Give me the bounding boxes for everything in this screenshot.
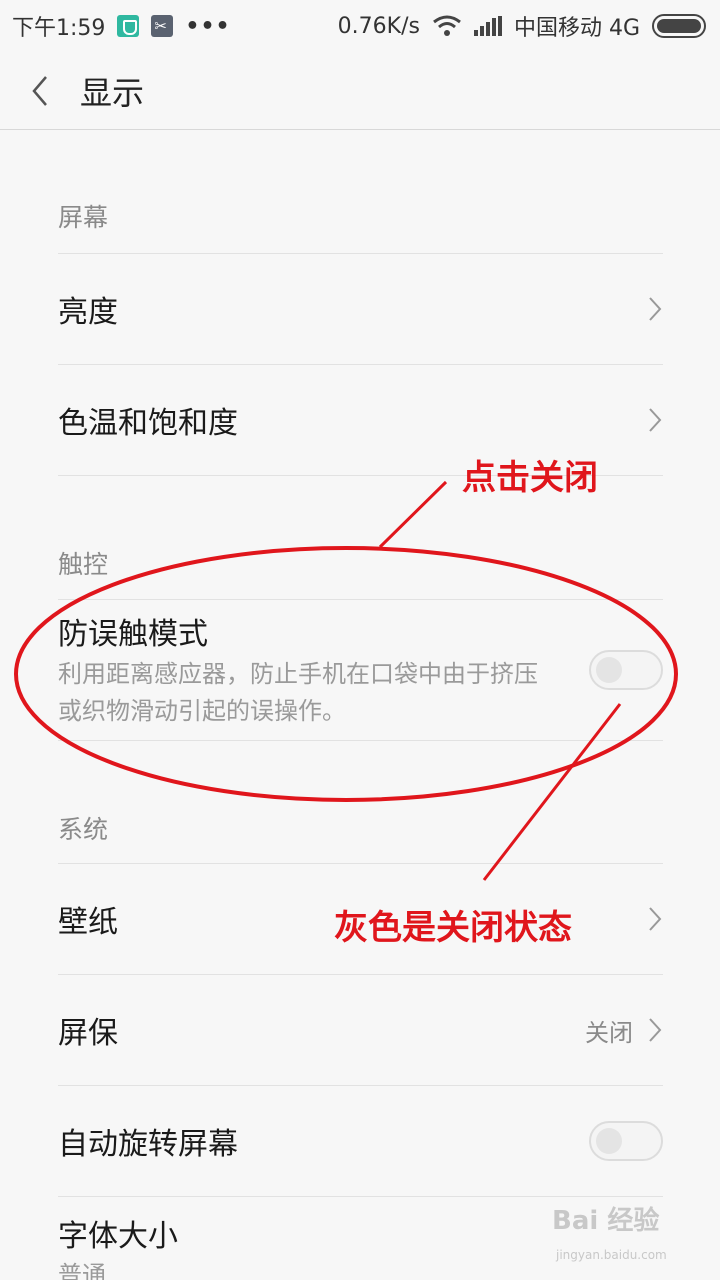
back-arrow-icon bbox=[32, 75, 47, 106]
anti-touch-text: 防误触模式 利用距离感应器，防止手机在口袋中由于挤压或织物滑动引起的误操作。 bbox=[58, 610, 558, 730]
annotation-line-top bbox=[378, 480, 448, 549]
section-header-screen: 屏幕 bbox=[58, 203, 109, 232]
annotation-gray-is-off: 灰色是关闭状态 bbox=[334, 908, 572, 948]
shield-icon bbox=[117, 15, 140, 37]
setting-row-anti-touch[interactable]: 防误触模式 利用距离感应器，防止手机在口袋中由于挤压或织物滑动引起的误操作。 bbox=[58, 599, 663, 740]
font-size-value: 普通 bbox=[58, 1261, 106, 1280]
battery-icon bbox=[652, 14, 706, 38]
section-header-system: 系统 bbox=[58, 815, 109, 844]
watermark-url: jingyan.baidu.com bbox=[556, 1248, 667, 1262]
chevron-right-icon bbox=[647, 406, 663, 434]
title-bar: 显示 bbox=[0, 52, 720, 130]
status-time: 下午1:59 bbox=[12, 16, 106, 41]
font-size-label: 字体大小 bbox=[58, 1219, 178, 1254]
page-title: 显示 bbox=[80, 73, 145, 112]
section-header-touch: 触控 bbox=[58, 550, 109, 579]
wallpaper-label: 壁纸 bbox=[58, 905, 118, 940]
more-notifications-icon: ••• bbox=[185, 13, 231, 39]
carrier-label: 中国移动 4G bbox=[513, 16, 640, 41]
network-speed: 0.76K/s bbox=[337, 13, 420, 39]
setting-row-auto-rotate[interactable]: 自动旋转屏幕 bbox=[58, 1085, 663, 1196]
wifi-icon bbox=[433, 15, 461, 36]
status-bar: 下午1:59 ••• 0.76K/s 中国移动 4G bbox=[0, 0, 720, 52]
scissors-icon bbox=[151, 15, 174, 37]
auto-rotate-label: 自动旋转屏幕 bbox=[58, 1127, 238, 1162]
screensaver-value: 关闭 bbox=[585, 1018, 633, 1047]
chevron-right-icon bbox=[647, 295, 663, 323]
annotation-tap-to-close: 点击关闭 bbox=[462, 458, 598, 498]
back-button[interactable] bbox=[0, 52, 80, 130]
signal-icon bbox=[473, 16, 502, 36]
anti-touch-description: 利用距离感应器，防止手机在口袋中由于挤压或织物滑动引起的误操作。 bbox=[58, 660, 538, 725]
anti-touch-label: 防误触模式 bbox=[58, 617, 208, 652]
anti-touch-toggle[interactable] bbox=[589, 650, 663, 690]
screensaver-label: 屏保 bbox=[58, 1016, 118, 1051]
toggle-knob bbox=[596, 1128, 622, 1154]
divider bbox=[58, 740, 663, 741]
font-size-text: 字体大小 普通 bbox=[58, 1217, 178, 1280]
toggle-knob bbox=[596, 657, 622, 683]
setting-row-screensaver[interactable]: 屏保 关闭 bbox=[58, 974, 663, 1085]
setting-row-brightness[interactable]: 亮度 bbox=[58, 253, 663, 364]
brightness-label: 亮度 bbox=[58, 295, 118, 330]
chevron-right-icon bbox=[647, 1016, 663, 1044]
auto-rotate-toggle[interactable] bbox=[589, 1121, 663, 1161]
color-temperature-label: 色温和饱和度 bbox=[58, 406, 238, 441]
watermark-logo: Bai 经验 bbox=[552, 1206, 660, 1236]
chevron-right-icon bbox=[647, 905, 663, 933]
